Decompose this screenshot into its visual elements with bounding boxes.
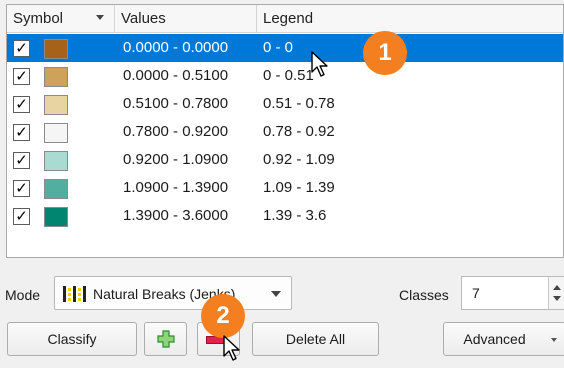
table-row[interactable]: ✓ 0.0000 - 0.5100 0 - 0.51 <box>7 62 563 90</box>
mode-dropdown[interactable]: Natural Breaks (Jenks) <box>54 276 292 310</box>
row-values[interactable]: 1.3900 - 3.6000 <box>123 202 228 230</box>
row-legend[interactable]: 1.09 - 1.39 <box>263 174 335 202</box>
plus-icon <box>157 330 175 348</box>
row-legend[interactable]: 0.51 - 0.78 <box>263 90 335 118</box>
color-swatch[interactable] <box>44 123 68 143</box>
classes-label: Classes <box>399 287 449 303</box>
sort-arrow-icon <box>96 15 104 20</box>
mode-label: Mode <box>5 287 41 303</box>
color-swatch[interactable] <box>44 151 68 171</box>
table-row[interactable]: ✓ 0.9200 - 1.0900 0.92 - 1.09 <box>7 146 563 174</box>
row-checkbox[interactable]: ✓ <box>13 180 30 197</box>
row-values[interactable]: 0.0000 - 0.0000 <box>123 34 228 62</box>
header-symbol-label: Symbol <box>13 10 64 27</box>
step-badge-2: 2 <box>201 294 245 338</box>
row-legend[interactable]: 0.78 - 0.92 <box>263 118 335 146</box>
color-swatch[interactable] <box>44 67 68 87</box>
table-row[interactable]: ✓ 1.0900 - 1.3900 1.09 - 1.39 <box>7 174 563 202</box>
classes-spinbox[interactable]: 7 <box>461 276 564 310</box>
advanced-button[interactable]: Advanced <box>443 322 564 356</box>
row-checkbox[interactable]: ✓ <box>13 96 30 113</box>
color-swatch[interactable] <box>44 39 68 59</box>
mouse-cursor-icon <box>311 51 328 77</box>
table-header: Symbol Values Legend <box>7 5 563 33</box>
table-row[interactable]: ✓ 0.0000 - 0.0000 0 - 0 <box>7 34 563 62</box>
spin-up-icon[interactable] <box>553 285 561 290</box>
color-swatch[interactable] <box>44 179 68 199</box>
table-row[interactable]: ✓ 0.7800 - 0.9200 0.78 - 0.92 <box>7 118 563 146</box>
mouse-cursor-icon <box>223 335 240 361</box>
table-row[interactable]: ✓ 0.5100 - 0.7800 0.51 - 0.78 <box>7 90 563 118</box>
row-checkbox[interactable]: ✓ <box>13 152 30 169</box>
row-values[interactable]: 0.7800 - 0.9200 <box>123 118 228 146</box>
table-row[interactable]: ✓ 1.3900 - 3.6000 1.39 - 3.6 <box>7 202 563 230</box>
row-checkbox[interactable]: ✓ <box>13 124 30 141</box>
add-class-button[interactable] <box>144 322 187 356</box>
header-values[interactable]: Values <box>115 5 257 32</box>
header-symbol[interactable]: Symbol <box>7 5 115 32</box>
spin-down-icon[interactable] <box>553 296 561 301</box>
classes-table[interactable]: Symbol Values Legend ✓ 0.0000 - 0.0000 0… <box>6 4 564 258</box>
classes-value[interactable]: 7 <box>472 277 480 309</box>
natural-breaks-icon <box>63 286 86 302</box>
color-swatch[interactable] <box>44 207 68 227</box>
chevron-down-icon <box>551 338 557 342</box>
advanced-label: Advanced <box>463 331 526 347</box>
delete-all-button[interactable]: Delete All <box>252 322 379 356</box>
row-checkbox[interactable]: ✓ <box>13 40 30 57</box>
chevron-down-icon <box>271 291 281 297</box>
step-badge-1: 1 <box>363 31 407 75</box>
row-legend[interactable]: 0 - 0 <box>263 34 293 62</box>
row-values[interactable]: 0.5100 - 0.7800 <box>123 90 228 118</box>
row-values[interactable]: 0.0000 - 0.5100 <box>123 62 228 90</box>
classify-button[interactable]: Classify <box>7 322 137 356</box>
row-legend[interactable]: 1.39 - 3.6 <box>263 202 326 230</box>
row-values[interactable]: 1.0900 - 1.3900 <box>123 174 228 202</box>
spin-buttons[interactable] <box>548 277 564 309</box>
header-legend[interactable]: Legend <box>257 5 564 32</box>
row-values[interactable]: 0.9200 - 1.0900 <box>123 146 228 174</box>
row-checkbox[interactable]: ✓ <box>13 208 30 225</box>
color-swatch[interactable] <box>44 95 68 115</box>
row-legend[interactable]: 0 - 0.51 <box>263 62 314 90</box>
row-legend[interactable]: 0.92 - 1.09 <box>263 146 335 174</box>
row-checkbox[interactable]: ✓ <box>13 68 30 85</box>
